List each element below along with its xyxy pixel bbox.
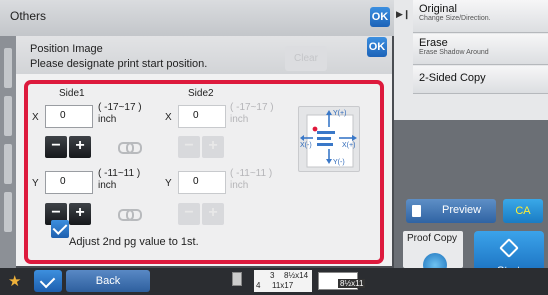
side2-y-increment-button[interactable]: +: [202, 203, 224, 225]
menu-item-subtitle: Erase Shadow Around: [419, 49, 489, 56]
paper-size: 11x17: [272, 281, 294, 290]
link-icon[interactable]: [118, 209, 142, 221]
preview-label: Preview: [442, 204, 482, 216]
background-ok-button[interactable]: OK: [370, 7, 390, 27]
side2-x-input[interactable]: 0: [178, 105, 226, 128]
side1-label: Side1: [59, 88, 85, 99]
dialog-title: Position Image: [30, 43, 103, 55]
side2-y-range: ( -11~11 ): [230, 168, 273, 179]
paper-tray-info[interactable]: 3 8½x14 4 11x17: [254, 270, 312, 292]
position-arrows-icon: [300, 110, 357, 168]
menu-item-title: Erase: [419, 37, 448, 49]
side2-y-input[interactable]: 0: [178, 171, 226, 194]
side1-x-input[interactable]: 0: [45, 105, 93, 128]
side2-y-label: Y: [165, 178, 172, 189]
proof-copy-label: Proof Copy: [407, 233, 458, 244]
preview-button[interactable]: Preview: [406, 199, 496, 223]
y-minus-label: Y(-): [333, 159, 345, 166]
side1-y-increment-button[interactable]: +: [69, 203, 91, 225]
side2-x-increment-button[interactable]: +: [202, 136, 224, 158]
confirm-check-button[interactable]: [34, 270, 62, 292]
selected-paper-size: 8½x11: [338, 279, 366, 288]
side2-x-unit: inch: [230, 114, 249, 125]
background-title: Others: [10, 9, 47, 23]
side2-y-decrement-button[interactable]: −: [178, 203, 200, 225]
dialog-instruction: Please designate print start position.: [30, 58, 208, 70]
side1-y-unit: inch: [98, 180, 117, 191]
x-minus-label: X(-): [300, 142, 312, 149]
left-tab[interactable]: [4, 96, 12, 136]
side2-label: Side2: [188, 88, 214, 99]
dialog-ok-button[interactable]: OK: [367, 37, 387, 57]
side2-y-unit: inch: [230, 180, 249, 191]
selected-paper[interactable]: 8½x11: [318, 272, 366, 290]
menu-item-subtitle: Change Size/Direction.: [419, 15, 491, 22]
star-icon[interactable]: ★: [8, 272, 21, 290]
side2-x-label: X: [165, 112, 172, 123]
side1-y-range: ( -11~11 ): [98, 168, 141, 179]
document-icon: [412, 205, 421, 217]
start-icon: [499, 238, 519, 258]
clear-button[interactable]: Clear: [285, 46, 327, 71]
left-tab[interactable]: [4, 144, 12, 184]
position-image-dialog: Position Image Please designate print st…: [16, 36, 392, 266]
side1-x-increment-button[interactable]: +: [69, 136, 91, 158]
left-tab-strip: [0, 36, 16, 268]
menu-item-2-sided-copy[interactable]: 2-Sided Copy: [413, 66, 548, 94]
expand-arrow-icon[interactable]: ▶❙: [396, 9, 410, 20]
link-icon[interactable]: [118, 142, 142, 154]
side1-x-unit: inch: [98, 114, 117, 125]
menu-item-erase[interactable]: Erase Erase Shadow Around: [413, 34, 548, 65]
left-tab[interactable]: [4, 48, 12, 88]
position-diagram-icon: Y(+) Y(-) X(-) X(+): [298, 106, 360, 172]
side1-x-label: X: [32, 112, 39, 123]
x-plus-label: X(+): [342, 142, 356, 149]
menu-item-title: 2-Sided Copy: [419, 72, 486, 84]
side2-x-decrement-button[interactable]: −: [178, 136, 200, 158]
y-plus-label: Y(+): [333, 110, 347, 117]
dialog-header: Position Image Please designate print st…: [16, 36, 392, 74]
side1-x-range: ( -17~17 ): [98, 102, 142, 113]
ca-button[interactable]: CA: [503, 199, 543, 223]
side1-y-input[interactable]: 0: [45, 171, 93, 194]
tray-number: 4: [256, 281, 261, 290]
tray-number: 3: [270, 271, 275, 280]
side1-y-label: Y: [32, 178, 39, 189]
adjust-2nd-page-label: Adjust 2nd pg value to 1st.: [69, 236, 199, 248]
side2-x-range: ( -17~17 ): [230, 102, 274, 113]
left-tab[interactable]: [4, 192, 12, 232]
back-button[interactable]: Back: [66, 270, 150, 292]
paper-size: 8½x14: [284, 271, 309, 280]
menu-item-original[interactable]: Original Change Size/Direction.: [413, 0, 548, 33]
menu-item-title: Original: [419, 3, 457, 15]
position-settings-frame: Side1 Side2 X 0 ( -17~17 ) inch X 0 ( -1…: [24, 80, 384, 264]
side1-x-decrement-button[interactable]: −: [45, 136, 67, 158]
proof-copy-button[interactable]: Proof Copy: [403, 231, 463, 277]
tray-icon: [232, 272, 242, 286]
adjust-2nd-page-checkbox[interactable]: [51, 220, 69, 238]
